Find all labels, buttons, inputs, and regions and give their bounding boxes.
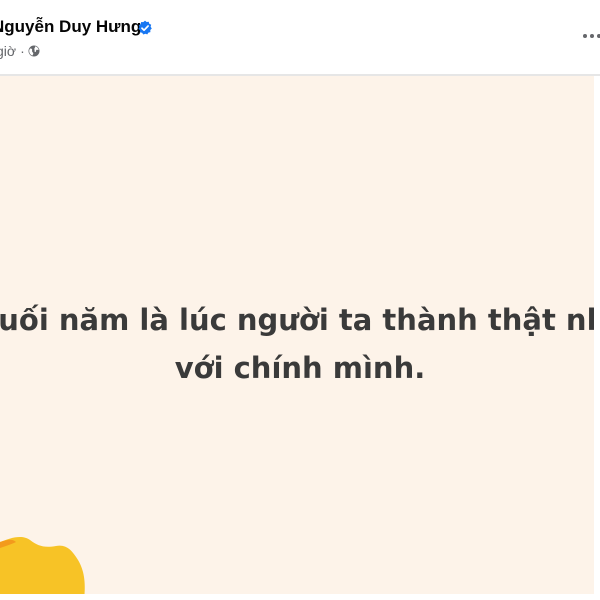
post-time[interactable]: giờ bbox=[0, 43, 16, 59]
decorative-blob bbox=[0, 536, 85, 600]
more-dots-icon bbox=[583, 34, 587, 38]
more-options-button[interactable] bbox=[583, 24, 600, 46]
bottom-edge bbox=[0, 594, 600, 600]
post-header: Nguyễn Duy Hưng giờ · bbox=[0, 0, 600, 74]
status-text: Cuối năm là lúc người ta thành thật nhất… bbox=[0, 296, 600, 392]
author-name[interactable]: Nguyễn Duy Hưng bbox=[0, 17, 141, 37]
meta-separator: · bbox=[20, 43, 25, 59]
globe-icon bbox=[28, 45, 40, 57]
post-meta: giờ · bbox=[0, 43, 40, 59]
status-line-1: Cuối năm là lúc người ta thành thật nhất bbox=[0, 303, 600, 337]
more-dots-icon bbox=[590, 34, 594, 38]
post-card: Nguyễn Duy Hưng giờ · Cuối năm là bbox=[0, 0, 600, 600]
status-line-2: với chính mình. bbox=[174, 351, 426, 385]
verified-badge-icon bbox=[138, 20, 152, 35]
right-edge bbox=[594, 76, 600, 600]
